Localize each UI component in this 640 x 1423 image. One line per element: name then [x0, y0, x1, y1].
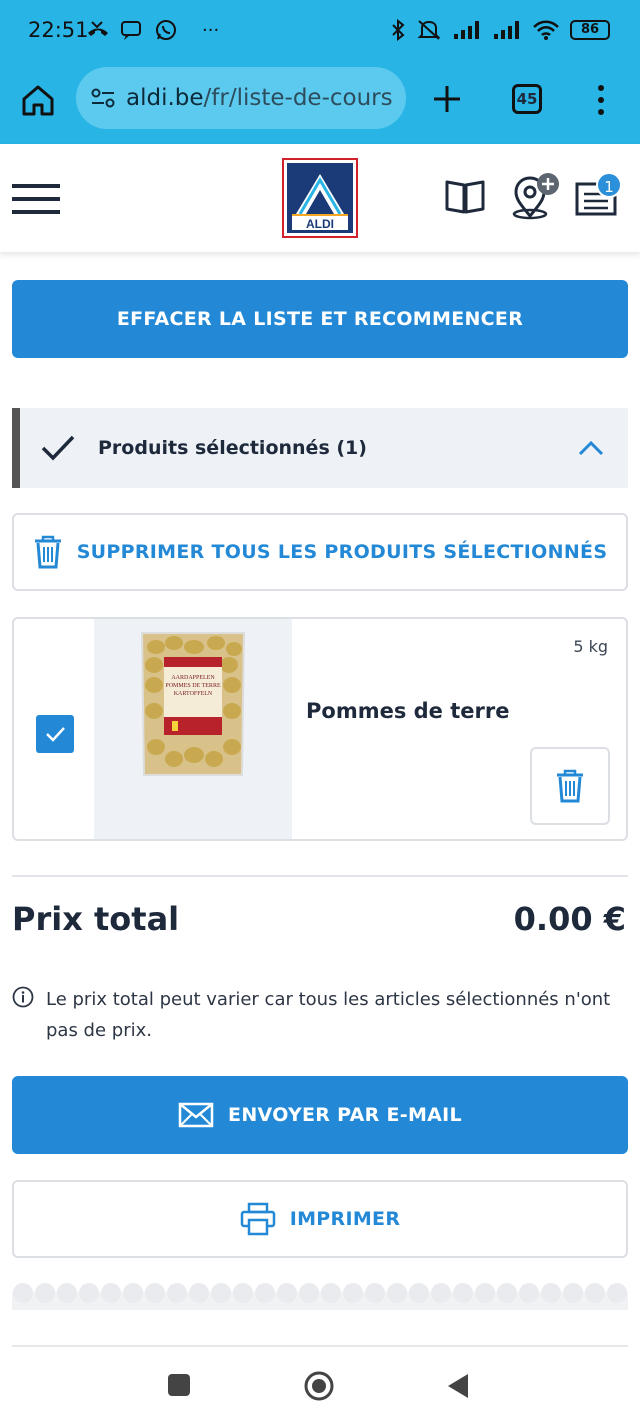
url-bar[interactable]: aldi.be/fr/liste-de-cours — [76, 67, 406, 129]
send-email-button[interactable]: ENVOYER PAR E-MAIL — [12, 1076, 628, 1154]
url-path: /fr/liste-de-cours — [203, 85, 393, 111]
divider — [12, 875, 628, 877]
site-settings-icon[interactable] — [90, 86, 116, 110]
new-tab-icon[interactable] — [430, 82, 464, 116]
potato-bag-image: AARDAPPELEN POMMES DE TERRE KARTOFFELN — [140, 632, 246, 776]
chat-bubble-icon — [121, 21, 141, 40]
remove-product-button[interactable] — [530, 747, 610, 825]
svg-text:AARDAPPELEN: AARDAPPELEN — [171, 675, 215, 681]
bluetooth-icon — [392, 18, 405, 42]
whatsapp-icon — [156, 20, 176, 40]
print-button[interactable]: IMPRIMER — [12, 1180, 628, 1258]
url-text: aldi.be/fr/liste-de-cours — [126, 85, 398, 111]
info-icon — [12, 986, 34, 1008]
total-price-label: Prix total — [12, 900, 180, 938]
home-icon[interactable] — [20, 82, 56, 118]
trash-icon — [34, 535, 61, 569]
clear-list-button[interactable]: EFFACER LA LISTE ET RECOMMENCER — [12, 280, 628, 358]
tab-switcher-button[interactable]: 45 — [512, 84, 542, 114]
browser-menu-icon[interactable] — [594, 82, 608, 118]
aldi-logo[interactable]: ALDI — [282, 158, 358, 238]
battery-icon: 86 — [570, 20, 610, 40]
product-weight: 5 kg — [573, 637, 608, 656]
footer-divider — [12, 1345, 628, 1347]
status-bar: 22:51 ··· 86 — [0, 0, 640, 62]
check-icon — [46, 727, 65, 742]
missed-call-icon — [88, 21, 108, 36]
store-locator-icon[interactable] — [508, 172, 560, 220]
selected-products-title: Produits sélectionnés (1) — [98, 437, 367, 459]
home-nav-icon[interactable] — [303, 1370, 335, 1402]
browser-toolbar: aldi.be/fr/liste-de-cours 45 — [0, 62, 640, 144]
shopping-list-count-badge: 1 — [596, 172, 622, 198]
price-info-note: Le prix total peut varier car tous les a… — [12, 984, 628, 1046]
logo-text: ALDI — [306, 217, 334, 231]
chevron-up-icon[interactable] — [578, 440, 604, 456]
printer-icon — [240, 1202, 275, 1236]
status-notifications: ··· — [86, 18, 219, 42]
product-checkbox[interactable] — [36, 715, 74, 753]
clear-list-label: EFFACER LA LISTE ET RECOMMENCER — [116, 308, 524, 330]
mute-icon — [417, 20, 441, 40]
price-info-text: Le prix total peut varier car tous les a… — [46, 989, 611, 1041]
svg-text:POMMES DE TERRE: POMMES DE TERRE — [165, 683, 221, 689]
status-system-icons: 86 — [390, 18, 610, 42]
product-image[interactable]: AARDAPPELEN POMMES DE TERRE KARTOFFELN — [94, 619, 292, 839]
send-email-label: ENVOYER PAR E-MAIL — [228, 1104, 462, 1126]
back-icon[interactable] — [446, 1372, 470, 1400]
total-price-value: 0.00 € — [513, 900, 626, 938]
catalog-icon[interactable] — [444, 176, 486, 216]
more-notifications-icon: ··· — [202, 19, 220, 41]
recent-apps-icon[interactable] — [168, 1374, 190, 1396]
envelope-icon — [178, 1102, 214, 1128]
delete-all-label: SUPPRIMER TOUS LES PRODUITS SÉLECTIONNÉS — [76, 541, 608, 563]
checkmark-icon — [41, 435, 75, 461]
url-domain: aldi.be — [126, 85, 204, 111]
delete-all-selected-button[interactable]: SUPPRIMER TOUS LES PRODUITS SÉLECTIONNÉS — [12, 513, 628, 591]
android-navigation-bar — [0, 1350, 640, 1423]
selected-products-header[interactable]: Produits sélectionnés (1) — [12, 408, 628, 488]
footer-scallop-decoration — [12, 1282, 628, 1310]
hamburger-menu-icon[interactable] — [12, 182, 60, 216]
site-header: ALDI 1 — [0, 144, 640, 252]
svg-text:KARTOFFELN: KARTOFFELN — [174, 691, 213, 697]
signal-2-icon — [494, 21, 519, 39]
print-label: IMPRIMER — [289, 1208, 401, 1230]
wifi-icon — [533, 20, 559, 40]
trash-icon — [557, 769, 583, 803]
signal-icon — [454, 21, 479, 39]
product-name[interactable]: Pommes de terre — [306, 699, 509, 723]
product-card: AARDAPPELEN POMMES DE TERRE KARTOFFELN 5… — [12, 617, 628, 841]
status-time: 22:51 — [28, 18, 89, 42]
